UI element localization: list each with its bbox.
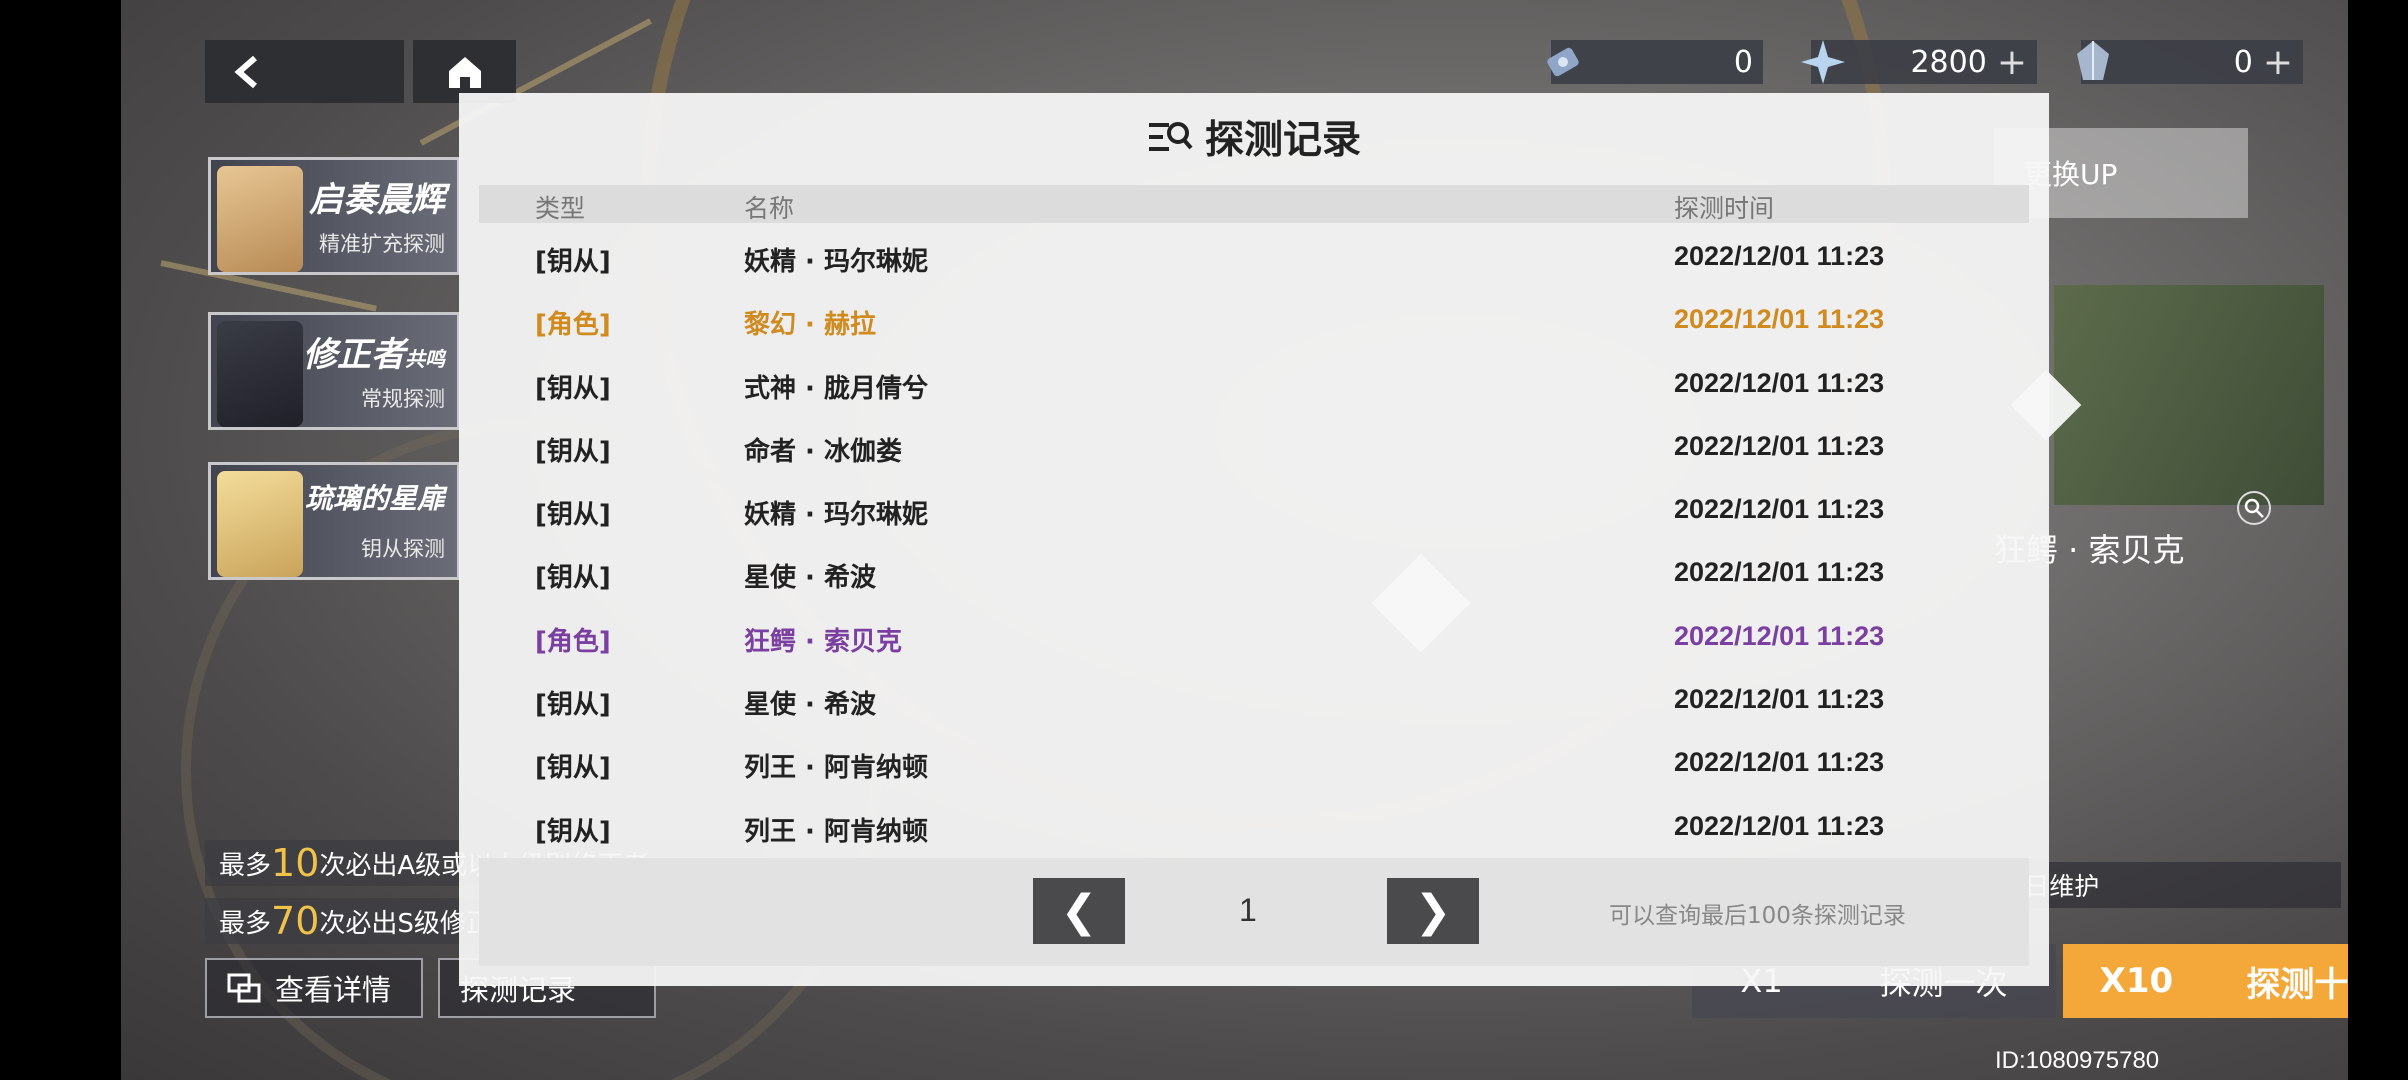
table-row: [钥从] 列王 · 阿肯纳顿 2022/12/01 11:23 — [479, 795, 2029, 858]
left-letterbox — [0, 0, 121, 1080]
ticket-icon — [1537, 36, 1589, 88]
row-name: 狂鳄 · 索贝克 — [744, 626, 902, 657]
row-time: 2022/12/01 11:23 — [1674, 494, 1885, 525]
back-arrow-icon — [234, 55, 257, 88]
records-dialog: 探测记录 类型 名称 探测时间 [钥从] 妖精 · 玛尔琳妮 2022/12/01 … — [459, 93, 2049, 986]
row-name: 妖精 · 玛尔琳妮 — [744, 247, 928, 277]
table-row: [钥从] 星使 · 希波 2022/12/01 11:23 — [479, 541, 2029, 604]
row-time: 2022/12/01 11:23 — [1674, 557, 1885, 588]
row-name: 列王 · 阿肯纳顿 — [744, 753, 928, 784]
records-table: [钥从] 妖精 · 玛尔琳妮 2022/12/01 11:23 [角色] 黎幻 · 赫拉… — [479, 225, 2029, 858]
resource-star-crystal: 2800 + — [1801, 40, 2037, 84]
table-row: [钥从] 列王 · 阿肯纳顿 2022/12/01 11:23 — [479, 731, 2029, 794]
banner-title: 琉璃的星扉 — [304, 482, 445, 515]
row-type: [角色] — [535, 626, 611, 657]
row-type: [钥从] — [535, 563, 611, 594]
banner-key[interactable]: 琉璃的星扉 钥从探测 — [208, 462, 460, 580]
column-type: 类型 — [535, 194, 586, 223]
resource-crystal: 0 + — [2077, 40, 2303, 84]
row-type: [钥从] — [535, 753, 611, 784]
resource-value: 0 — [1733, 44, 1753, 80]
character-preview — [2054, 285, 2324, 505]
column-name: 名称 — [744, 194, 795, 223]
star-crystal-icon — [1797, 36, 1849, 88]
table-header: 类型 名称 探测时间 — [479, 185, 2029, 223]
user-id: ID:1080975780 — [1995, 1047, 2160, 1074]
row-time: 2022/12/01 11:23 — [1674, 304, 1885, 335]
page-number: 1 — [1239, 892, 1257, 928]
row-name: 妖精 · 玛尔琳妮 — [744, 500, 928, 531]
dialog-header: 探测记录 — [459, 93, 2049, 181]
table-row: [钥从] 妖精 · 玛尔琳妮 2022/12/01 11:23 — [479, 478, 2029, 541]
banner-subtitle: 钥从探测 — [361, 537, 445, 561]
row-type: [钥从] — [535, 816, 611, 847]
row-time: 2022/12/01 11:23 — [1674, 430, 1885, 461]
table-row: [钥从] 妖精 · 玛尔琳妮 2022/12/01 11:23 — [479, 225, 2029, 288]
table-row: [钥从] 命者 · 冰伽娄 2022/12/01 11:23 — [479, 415, 2029, 478]
row-type: [钥从] — [535, 373, 611, 404]
row-time: 2022/12/01 11:23 — [1674, 810, 1885, 841]
banner-title: 修正者共鸣 — [303, 335, 445, 375]
row-type: [钥从] — [535, 500, 611, 531]
character-portrait — [217, 471, 303, 577]
row-time: 2022/12/01 11:23 — [1674, 747, 1885, 778]
prev-page-button[interactable]: ❮ — [1033, 878, 1125, 944]
row-type: [钥从] — [535, 436, 611, 467]
row-type: [角色] — [535, 310, 611, 341]
resource-value: 2800 — [1910, 44, 1987, 80]
row-type: [钥从] — [535, 690, 611, 721]
table-row: [钥从] 式神 · 胧月倩兮 2022/12/01 11:23 — [479, 352, 2029, 415]
zoom-button[interactable] — [2237, 491, 2271, 525]
banner-subtitle: 常规探测 — [361, 387, 445, 411]
pagination: ❮ 1 ❯ 可以查询最后100条探测记录 — [479, 858, 2029, 966]
resource-value: 0 — [2233, 44, 2253, 80]
character-portrait — [217, 321, 303, 427]
pager-note: 可以查询最后100条探测记录 — [1609, 903, 1906, 929]
right-letterbox — [2348, 0, 2408, 1080]
pull-ten-button[interactable]: X10探测十次 — [2063, 944, 2348, 1018]
banner-subtitle: 精准扩充探测 — [319, 232, 445, 256]
record-search-icon — [1148, 122, 1193, 151]
row-name: 命者 · 冰伽娄 — [744, 436, 902, 467]
magnifier-icon — [2244, 498, 2264, 518]
table-row: [钥从] 星使 · 希波 2022/12/01 11:23 — [479, 668, 2029, 731]
column-time: 探测时间 — [1674, 194, 1775, 223]
next-page-button[interactable]: ❯ — [1387, 878, 1479, 944]
row-name: 星使 · 希波 — [744, 563, 876, 594]
row-time: 2022/12/01 11:23 — [1674, 241, 1885, 271]
back-button[interactable] — [205, 40, 404, 103]
details-icon — [227, 973, 261, 1003]
dialog-title: 探测记录 — [1204, 118, 1361, 163]
row-name: 列王 · 阿肯纳顿 — [744, 816, 928, 847]
home-icon — [448, 56, 481, 88]
banner-standard[interactable]: 修正者共鸣 常规探测 — [208, 312, 460, 430]
banner-featured[interactable]: 启奏晨辉 精准扩充探测 — [208, 157, 460, 275]
row-type: [钥从] — [535, 247, 611, 277]
character-portrait — [217, 166, 303, 272]
row-time: 2022/12/01 11:23 — [1674, 367, 1885, 398]
view-details-button[interactable]: 查看详情 — [205, 958, 423, 1018]
banner-title: 启奏晨辉 — [309, 180, 445, 220]
row-time: 2022/12/01 11:23 — [1674, 620, 1885, 651]
crystal-icon — [2067, 36, 2119, 88]
row-name: 黎幻 · 赫拉 — [744, 310, 876, 341]
add-crystal-button[interactable]: + — [2263, 42, 2293, 83]
row-name: 星使 · 希波 — [744, 690, 876, 721]
table-row: [角色] 黎幻 · 赫拉 2022/12/01 11:23 — [479, 288, 2029, 351]
table-row: [角色] 狂鳄 · 索贝克 2022/12/01 11:23 — [479, 605, 2029, 668]
add-star-crystal-button[interactable]: + — [1997, 42, 2027, 83]
row-time: 2022/12/01 11:23 — [1674, 684, 1885, 715]
row-name: 式神 · 胧月倩兮 — [744, 373, 928, 404]
resource-ticket: 0 — [1547, 40, 1763, 84]
